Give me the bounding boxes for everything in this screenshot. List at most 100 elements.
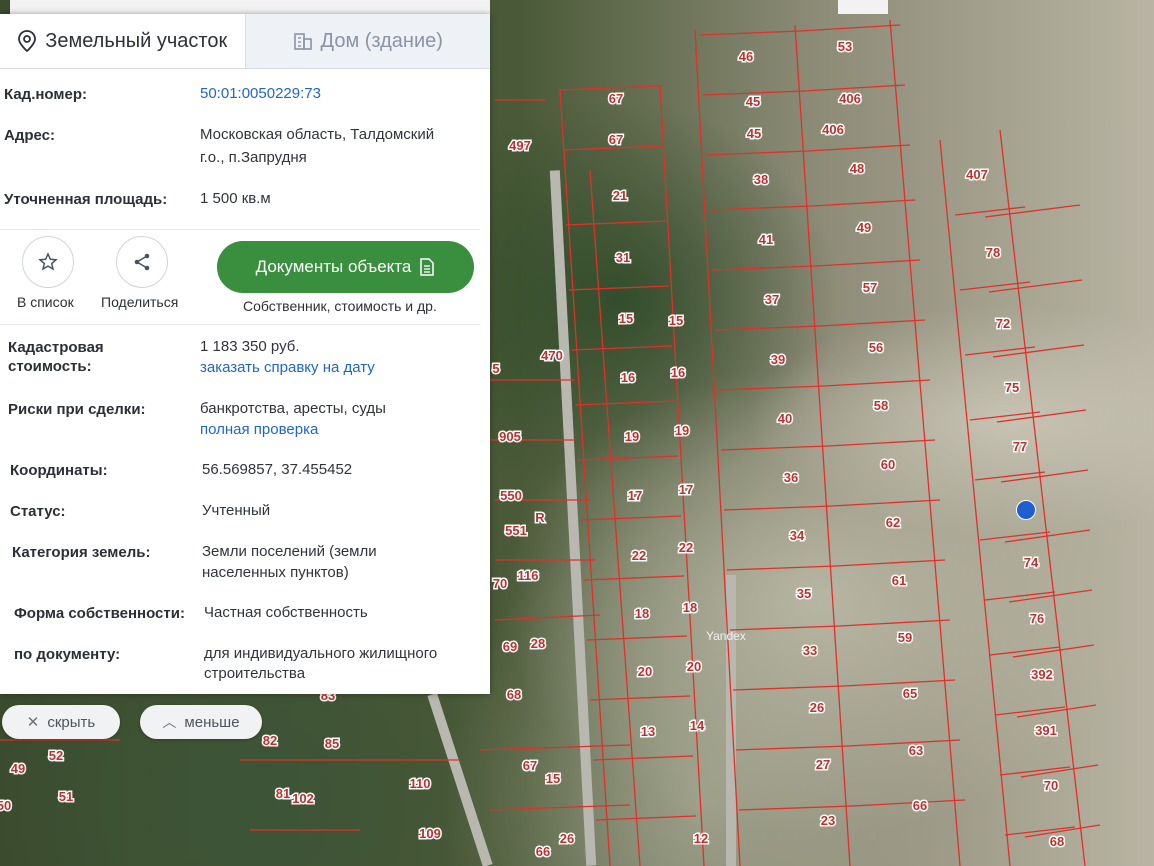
parcel-number-label[interactable]: 23	[819, 812, 836, 830]
parcel-number-label[interactable]: 31	[614, 249, 631, 267]
parcel-number-label[interactable]: 67	[607, 131, 624, 149]
parcel-number-label[interactable]: 15	[667, 312, 684, 330]
parcel-number-label[interactable]: 22	[677, 539, 694, 557]
parcel-number-label[interactable]: 18	[681, 599, 698, 617]
parcel-number-label[interactable]: 470	[540, 347, 565, 365]
parcel-number-label[interactable]: 52	[47, 747, 64, 765]
parcel-number-label[interactable]: 59	[896, 629, 913, 647]
parcel-number-label[interactable]: 28	[529, 635, 546, 653]
parcel-number-label[interactable]: 109	[418, 825, 443, 843]
parcel-number-label[interactable]: 81	[274, 785, 291, 803]
parcel-number-label[interactable]: 13	[639, 723, 656, 741]
parcel-number-label[interactable]: 75	[1003, 379, 1020, 397]
parcel-number-label[interactable]: 17	[677, 481, 694, 499]
add-to-list-label[interactable]: В список	[17, 294, 74, 310]
parcel-number-label[interactable]: 85	[323, 735, 340, 753]
parcel-number-label[interactable]: 70	[491, 575, 508, 593]
parcel-number-label[interactable]: 61	[890, 572, 907, 590]
parcel-number-label[interactable]: 69	[501, 638, 518, 656]
parcel-number-label[interactable]: 27	[814, 756, 831, 774]
parcel-number-label[interactable]: 37	[763, 291, 780, 309]
parcel-number-label[interactable]: 77	[1011, 438, 1028, 456]
parcel-number-label[interactable]: 63	[907, 742, 924, 760]
parcel-number-label[interactable]: 41	[757, 231, 774, 249]
parcel-number-label[interactable]: 5	[491, 360, 501, 378]
hide-panel-button[interactable]: ✕ скрыть	[2, 705, 120, 739]
parcel-number-label[interactable]: 67	[521, 757, 538, 775]
parcel-number-label[interactable]: 26	[558, 830, 575, 848]
parcel-number-label[interactable]: 46	[737, 48, 754, 66]
parcel-number-label[interactable]: 406	[821, 121, 846, 139]
parcel-number-label[interactable]: 66	[534, 843, 551, 861]
tab-land-plot[interactable]: Земельный участок	[0, 14, 245, 68]
parcel-number-label[interactable]: 49	[9, 760, 26, 778]
parcel-number-label[interactable]: 36	[782, 469, 799, 487]
parcel-number-label[interactable]: 58	[872, 397, 889, 415]
parcel-number-label[interactable]: 62	[884, 514, 901, 532]
order-certificate-link[interactable]: заказать справку на дату	[200, 357, 375, 379]
parcel-number-label[interactable]: 72	[994, 315, 1011, 333]
parcel-number-label[interactable]: 497	[508, 137, 533, 155]
parcel-number-label[interactable]: 39	[769, 351, 786, 369]
share-label[interactable]: Поделиться	[101, 294, 178, 310]
parcel-number-label[interactable]: 16	[619, 369, 636, 387]
parcel-number-label[interactable]: 18	[633, 605, 650, 623]
parcel-number-label[interactable]: 50	[0, 797, 13, 815]
parcel-number-label[interactable]: 102	[291, 790, 316, 808]
share-button[interactable]	[116, 236, 168, 288]
object-documents-button[interactable]: Документы объекта	[217, 241, 474, 293]
parcel-number-label[interactable]: 76	[1028, 610, 1045, 628]
parcel-number-label[interactable]: 905	[498, 428, 523, 446]
parcel-number-label[interactable]: 49	[855, 219, 872, 237]
collapse-panel-button[interactable]: ︿ меньше	[140, 705, 262, 739]
parcel-number-label[interactable]: 12	[692, 830, 709, 848]
parcel-number-label[interactable]: 20	[685, 658, 702, 676]
parcel-number-label[interactable]: 51	[57, 788, 74, 806]
parcel-number-label[interactable]: 68	[505, 686, 522, 704]
parcel-number-label[interactable]: 40	[776, 410, 793, 428]
tab-house[interactable]: Дом (здание)	[244, 14, 490, 68]
parcel-number-label[interactable]: 57	[861, 279, 878, 297]
parcel-number-label[interactable]: 550	[499, 487, 524, 505]
parcel-number-label[interactable]: 34	[788, 527, 806, 545]
parcel-number-label[interactable]: 392	[1030, 666, 1055, 684]
parcel-number-label[interactable]: 45	[744, 93, 761, 111]
parcel-number-label[interactable]: 22	[630, 547, 647, 565]
parcel-number-label[interactable]: 17	[626, 487, 643, 505]
parcel-number-label[interactable]: 74	[1022, 554, 1040, 572]
parcel-number-label[interactable]: 551	[504, 522, 529, 540]
parcel-number-label[interactable]: 67	[607, 90, 624, 108]
parcel-number-label[interactable]: 110	[408, 775, 432, 793]
parcel-number-label[interactable]: 66	[911, 797, 928, 815]
parcel-number-label[interactable]: 35	[795, 585, 812, 603]
parcel-number-label[interactable]: 15	[544, 770, 561, 788]
parcel-number-label[interactable]: 391	[1034, 722, 1059, 740]
parcel-number-label[interactable]: 16	[669, 364, 686, 382]
parcel-number-label[interactable]: 45	[745, 125, 762, 143]
cadastral-number-value[interactable]: 50:01:0050229:73	[200, 83, 321, 105]
parcel-number-label[interactable]: 406	[838, 90, 863, 108]
parcel-number-label[interactable]: R	[534, 509, 547, 527]
parcel-number-label[interactable]: 68	[1048, 833, 1065, 851]
parcel-number-label[interactable]: 116	[516, 567, 540, 585]
parcel-number-label[interactable]: 65	[901, 685, 918, 703]
parcel-number-label[interactable]: 19	[623, 428, 640, 446]
full-check-link[interactable]: полная проверка	[200, 419, 318, 441]
parcel-number-label[interactable]: 21	[611, 187, 628, 205]
parcel-number-label[interactable]: 53	[836, 38, 853, 56]
add-to-list-button[interactable]	[22, 236, 74, 288]
parcel-number-label[interactable]: 38	[752, 171, 769, 189]
parcel-number-label[interactable]: 48	[848, 160, 865, 178]
parcel-number-label[interactable]: 26	[808, 699, 825, 717]
parcel-number-label[interactable]: 78	[984, 244, 1001, 262]
parcel-number-label[interactable]: 19	[673, 422, 690, 440]
parcel-number-label[interactable]: 70	[1042, 777, 1059, 795]
parcel-number-label[interactable]: 82	[261, 732, 278, 750]
parcel-number-label[interactable]: 56	[867, 339, 884, 357]
parcel-number-label[interactable]: 20	[636, 663, 653, 681]
parcel-number-label[interactable]: 60	[879, 456, 896, 474]
parcel-number-label[interactable]: 33	[801, 642, 818, 660]
parcel-number-label[interactable]: 407	[965, 166, 990, 184]
parcel-number-label[interactable]: 14	[688, 717, 706, 735]
parcel-number-label[interactable]: 15	[617, 310, 634, 328]
